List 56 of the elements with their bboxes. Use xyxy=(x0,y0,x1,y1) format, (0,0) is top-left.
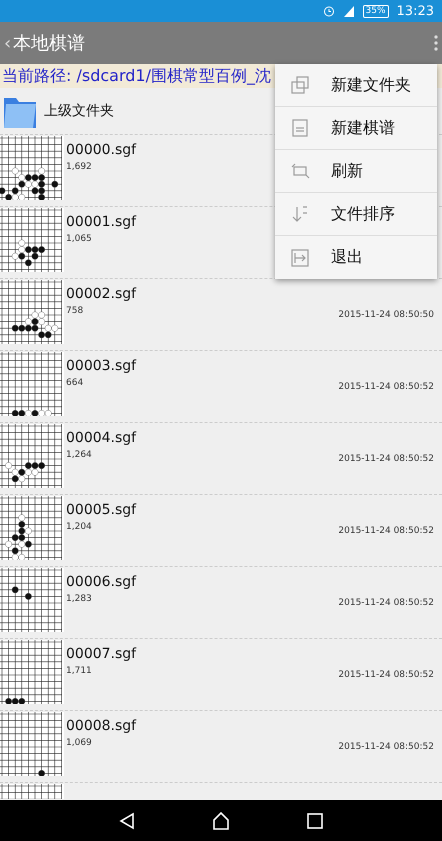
menu-item[interactable]: 新建文件夹 xyxy=(275,64,437,107)
recents-nav-icon[interactable] xyxy=(307,812,324,828)
go-board-drawing xyxy=(0,352,64,416)
go-board-drawing xyxy=(0,424,64,488)
file-name[interactable]: 00000.sgf xyxy=(66,142,136,158)
file-size: 1,283 xyxy=(66,594,92,604)
go-board-drawing xyxy=(0,280,64,344)
parent-folder-label[interactable]: 上级文件夹 xyxy=(44,102,114,120)
clock: 13:23 xyxy=(396,4,434,18)
file-name[interactable]: 00001.sgf xyxy=(66,214,136,230)
file-name[interactable]: 00007.sgf xyxy=(66,646,136,662)
menu-item[interactable]: 退出 xyxy=(275,236,437,279)
back-nav-icon[interactable] xyxy=(118,812,135,830)
go-board-drawing xyxy=(0,496,64,560)
menu-item-label: 文件排序 xyxy=(331,204,395,224)
file-name[interactable]: 00003.sgf xyxy=(66,358,136,374)
menu-item-label: 退出 xyxy=(331,247,363,268)
file-date: 2015-11-24 08:50:52 xyxy=(338,598,434,608)
menu-item-label: 刷新 xyxy=(331,160,363,182)
file-date: 2015-11-24 08:50:52 xyxy=(338,526,434,536)
file-size: 758 xyxy=(66,306,84,316)
file-name[interactable]: 00002.sgf xyxy=(66,286,136,302)
screen-title: 本地棋谱 xyxy=(13,32,86,55)
file-date: 2015-11-24 08:50:52 xyxy=(338,454,434,464)
folder-icon xyxy=(289,74,311,96)
file-date: 2015-11-24 08:50:52 xyxy=(338,742,434,752)
file-name[interactable]: 00006.sgf xyxy=(66,574,136,590)
file-size: 1,065 xyxy=(66,234,92,244)
file-size: 1,204 xyxy=(66,522,92,532)
file-size: 1,711 xyxy=(66,666,92,676)
file-name[interactable]: 00008.sgf xyxy=(66,718,136,734)
file-size: 1,264 xyxy=(66,450,92,460)
file-date: 2015-11-24 08:50:52 xyxy=(338,382,434,392)
home-nav-icon[interactable] xyxy=(212,812,230,830)
go-board-drawing xyxy=(0,712,64,776)
exit-icon xyxy=(289,246,311,268)
more-options-icon[interactable] xyxy=(434,35,438,51)
file-date: 2015-11-24 08:50:50 xyxy=(338,310,434,320)
file-size: 1,069 xyxy=(66,738,92,748)
menu-item-label: 新建棋谱 xyxy=(331,118,395,138)
menu-item[interactable]: 刷新 xyxy=(275,150,437,193)
battery-indicator: 35% xyxy=(362,4,389,18)
file-name[interactable]: 00005.sgf xyxy=(66,502,136,518)
menu-item[interactable]: 新建棋谱 xyxy=(275,107,437,150)
go-board-drawing xyxy=(0,640,64,704)
alarm-icon xyxy=(322,5,335,17)
file-name[interactable]: 00004.sgf xyxy=(66,430,136,446)
go-board-drawing xyxy=(0,568,64,632)
go-board-drawing xyxy=(0,136,64,200)
go-board-drawing xyxy=(0,784,64,799)
file-size: 664 xyxy=(66,378,84,388)
go-board-drawing xyxy=(0,208,64,272)
menu-item[interactable]: 文件排序 xyxy=(275,193,437,236)
file-date: 2015-11-24 08:50:52 xyxy=(338,670,434,680)
signal-icon xyxy=(342,5,355,17)
file-size: 1,692 xyxy=(66,162,92,172)
